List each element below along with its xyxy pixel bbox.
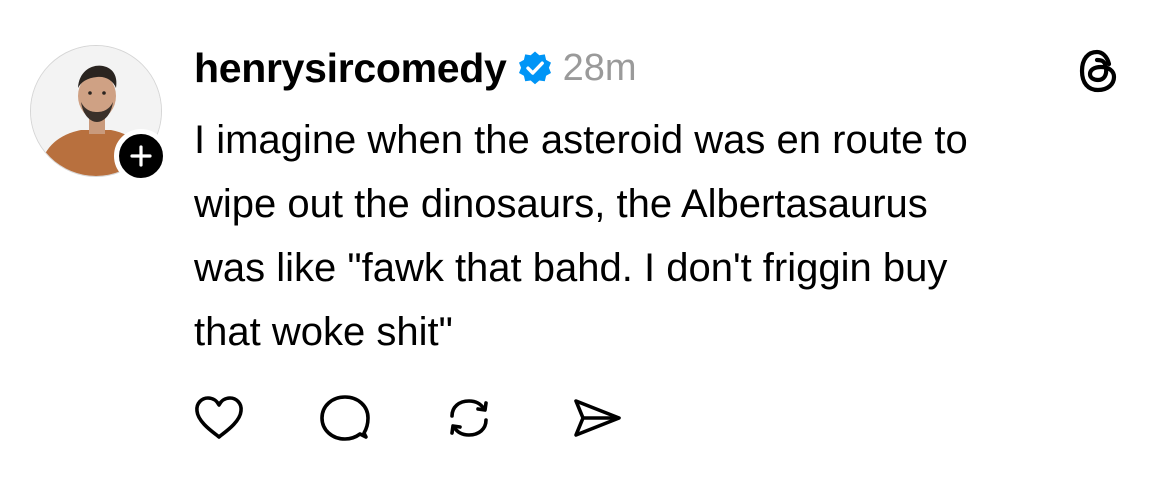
heart-icon	[195, 396, 243, 439]
verified-badge-icon	[517, 50, 553, 86]
thread-post: henrysircomedy 28m I imagine when the as…	[0, 0, 1170, 483]
avatar-container	[30, 45, 168, 183]
post-text-line: I imagine when the asteroid was en route…	[194, 118, 968, 162]
repost-icon	[450, 399, 488, 437]
plus-icon	[130, 145, 152, 167]
reply-button[interactable]	[318, 392, 372, 444]
follow-button[interactable]	[114, 129, 168, 183]
post-text-line: that woke shit"	[194, 310, 453, 354]
post-text-line: was like "fawk that bahd. I don't friggi…	[194, 246, 948, 290]
send-icon	[574, 399, 621, 437]
comment-bubble-icon	[320, 395, 370, 441]
post-text-line: wipe out the dinosaurs, the Albertasauru…	[194, 182, 928, 226]
threads-logo-icon[interactable]	[1075, 46, 1121, 96]
like-button[interactable]	[192, 392, 246, 444]
repost-button[interactable]	[442, 392, 496, 444]
username[interactable]: henrysircomedy	[194, 45, 507, 92]
post-text: I imagine when the asteroid was en route…	[194, 108, 1114, 364]
timestamp: 28m	[562, 46, 637, 89]
post-header: henrysircomedy 28m	[194, 42, 636, 94]
share-button[interactable]	[570, 392, 624, 444]
